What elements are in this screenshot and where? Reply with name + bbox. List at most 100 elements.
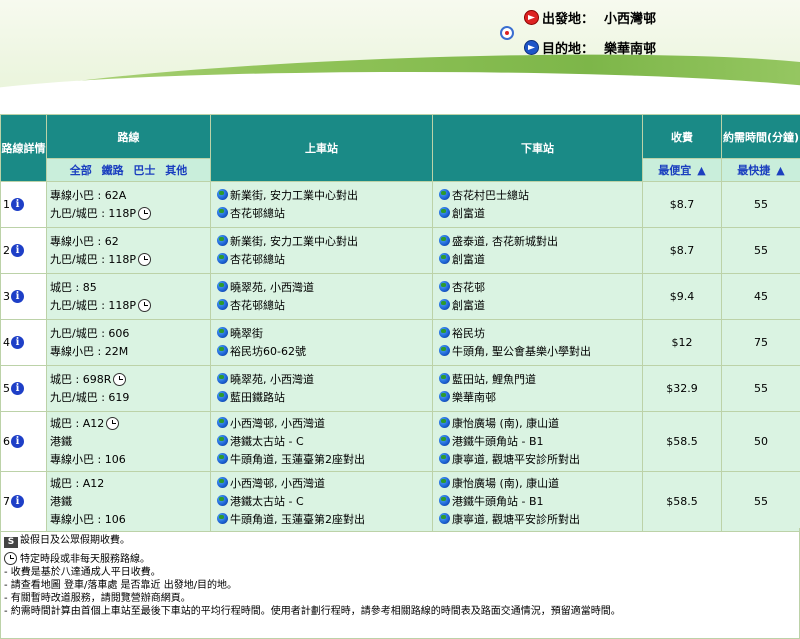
info-icon[interactable]: i	[11, 198, 24, 212]
note-line: - 收費是基於八達通成人平日收費。	[4, 567, 161, 578]
globe-icon[interactable]	[439, 390, 450, 402]
holiday-fare-icon: S	[4, 537, 18, 548]
route-name[interactable]: 城巴 : A12	[50, 417, 104, 430]
boarding-stops-cell: 曉翠苑, 小西灣道 杏花邨總站	[210, 273, 433, 320]
filter-other[interactable]: 其他	[165, 164, 187, 177]
globe-icon[interactable]	[217, 206, 228, 218]
route-name[interactable]: 專線小巴 : 106	[50, 453, 126, 466]
boarding-stop: 港鐵太古站 - C	[217, 493, 432, 511]
route-name[interactable]: 九巴/城巴 : 118P	[50, 207, 136, 220]
route-row: 7 i 城巴 : A12 港鐵 專線小巴 : 106 小西灣邨, 小西灣道 港鐵太古站 - …	[0, 471, 800, 532]
route-index-cell: 6i	[0, 411, 47, 472]
route-name[interactable]: 九巴/城巴 : 619	[50, 391, 129, 404]
globe-icon[interactable]	[439, 344, 450, 356]
globe-icon[interactable]	[217, 298, 228, 310]
info-icon[interactable]: i	[11, 290, 24, 304]
globe-icon[interactable]	[439, 512, 450, 524]
globe-icon[interactable]	[217, 434, 228, 446]
globe-icon[interactable]	[439, 416, 450, 428]
route-name[interactable]: 九巴/城巴 : 606	[50, 327, 129, 340]
route-line: 九巴/城巴 : 118P	[50, 205, 210, 223]
route-name[interactable]: 城巴 : 85	[50, 281, 97, 294]
route-name[interactable]: 港鐵	[50, 435, 72, 448]
stop-name: 港鐵太古站 - C	[230, 434, 304, 448]
filter-all[interactable]: 全部	[70, 164, 92, 177]
route-cell: 九巴/城巴 : 606 專線小巴 : 22M	[46, 319, 211, 366]
globe-icon[interactable]	[439, 452, 450, 464]
route-name[interactable]: 專線小巴 : 22M	[50, 345, 128, 358]
globe-icon[interactable]	[439, 188, 450, 200]
filter-rail[interactable]: 鐵路	[102, 164, 124, 177]
boarding-stop: 新業街, 安力工業中心對出	[217, 233, 432, 251]
globe-icon[interactable]	[217, 452, 228, 464]
info-icon[interactable]: i	[11, 244, 24, 258]
route-name[interactable]: 專線小巴 : 106	[50, 513, 126, 526]
stop-name: 曉翠苑, 小西灣道	[230, 372, 314, 386]
globe-icon[interactable]	[217, 372, 228, 384]
stop-name: 牛頭角道, 玉蓮臺第2座對出	[230, 452, 365, 466]
globe-icon[interactable]	[217, 188, 228, 200]
boarding-stop: 杏花邨總站	[217, 251, 432, 269]
route-cell: 城巴 : A12 港鐵專線小巴 : 106	[46, 471, 211, 532]
route-index-cell: 3i	[0, 273, 47, 320]
info-icon[interactable]: i	[11, 435, 24, 449]
globe-icon[interactable]	[439, 372, 450, 384]
header-time: 約需時間(分鐘)	[721, 114, 800, 159]
globe-icon[interactable]	[439, 326, 450, 338]
globe-icon[interactable]	[439, 206, 450, 218]
globe-icon[interactable]	[439, 234, 450, 246]
filter-bus[interactable]: 巴士	[133, 164, 155, 177]
globe-icon[interactable]	[217, 416, 228, 428]
globe-icon[interactable]	[217, 234, 228, 246]
route-name[interactable]: 城巴 : 698R	[50, 373, 111, 386]
alighting-stops-cell: 康怡廣場 (南), 康山道 港鐵牛頭角站 - B1 康寧道, 觀塘平安診所對出	[432, 471, 643, 532]
info-icon[interactable]: i	[11, 495, 24, 509]
globe-icon[interactable]	[439, 476, 450, 488]
globe-icon[interactable]	[439, 434, 450, 446]
globe-icon[interactable]	[217, 326, 228, 338]
sort-fastest-link[interactable]: 最快捷	[737, 164, 770, 177]
info-icon[interactable]: i	[11, 336, 24, 350]
globe-icon[interactable]	[217, 344, 228, 356]
route-name[interactable]: 港鐵	[50, 495, 72, 508]
globe-icon[interactable]	[439, 494, 450, 506]
alighting-stop: 杏花邨	[439, 279, 642, 297]
stop-name: 牛頭角, 聖公會基樂小學對出	[452, 344, 591, 358]
globe-icon[interactable]	[217, 390, 228, 402]
stop-name: 藍田鐵路站	[230, 390, 285, 404]
route-line: 城巴 : A12	[50, 475, 210, 493]
route-name[interactable]: 九巴/城巴 : 118P	[50, 299, 136, 312]
globe-icon[interactable]	[217, 494, 228, 506]
globe-icon[interactable]	[217, 512, 228, 524]
note-line: - 約需時間計算由首個上車站至最後下車站的平均行程時間。使用者計劃行程時，請參考…	[4, 606, 621, 617]
info-icon[interactable]: i	[11, 382, 24, 396]
globe-icon[interactable]	[439, 280, 450, 292]
route-name[interactable]: 專線小巴 : 62	[50, 235, 119, 248]
globe-icon[interactable]	[217, 252, 228, 264]
swap-direction-icon[interactable]	[500, 26, 514, 40]
globe-icon[interactable]	[439, 252, 450, 264]
globe-icon[interactable]	[217, 476, 228, 488]
origin-marker-icon	[524, 10, 539, 25]
route-line: 專線小巴 : 62	[50, 233, 210, 251]
stop-name: 創富道	[452, 252, 485, 266]
alighting-stop: 康寧道, 觀塘平安診所對出	[439, 511, 642, 529]
stop-name: 杏花邨	[452, 280, 485, 294]
alighting-stops-cell: 杏花村巴士總站 創富道	[432, 181, 643, 228]
route-name[interactable]: 九巴/城巴 : 118P	[50, 253, 136, 266]
time-cell: 55	[721, 181, 800, 228]
stop-name: 新業街, 安力工業中心對出	[230, 234, 358, 248]
route-name[interactable]: 專線小巴 : 62A	[50, 189, 126, 202]
route-index: 4	[3, 335, 10, 349]
globe-icon[interactable]	[439, 298, 450, 310]
route-index-cell: 1i	[0, 181, 47, 228]
route-index-cell: 2i	[0, 227, 47, 274]
globe-icon[interactable]	[217, 280, 228, 292]
origin-label: 出發地：	[542, 12, 595, 27]
boarding-stop: 小西灣邨, 小西灣道	[217, 475, 432, 493]
sort-cheapest-link[interactable]: 最便宜	[658, 164, 691, 177]
stop-name: 新業街, 安力工業中心對出	[230, 188, 358, 202]
time-cell: 55	[721, 227, 800, 274]
route-line: 九巴/城巴 : 606	[50, 325, 210, 343]
route-name[interactable]: 城巴 : A12	[50, 477, 104, 490]
